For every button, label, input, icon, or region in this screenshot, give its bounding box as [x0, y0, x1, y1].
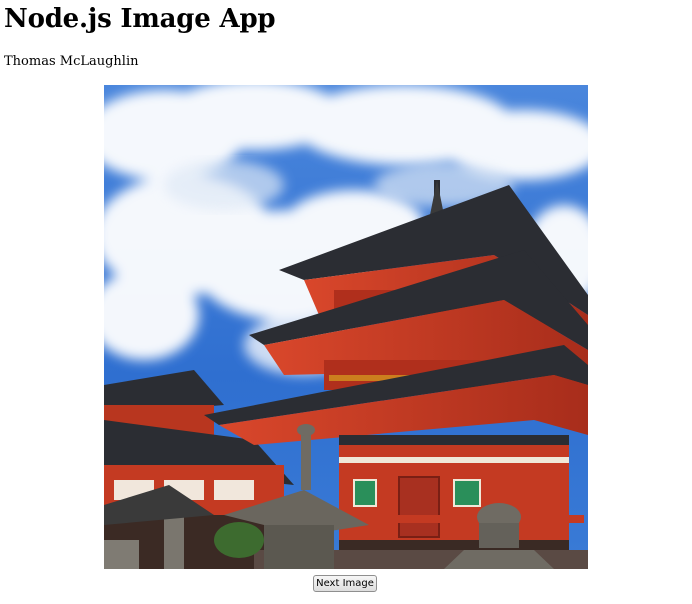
page-title: Node.js Image App [4, 4, 276, 34]
pagoda-photo [104, 85, 588, 569]
author-name: Thomas McLaughlin [4, 54, 139, 69]
next-image-button[interactable]: Next Image [313, 575, 377, 592]
